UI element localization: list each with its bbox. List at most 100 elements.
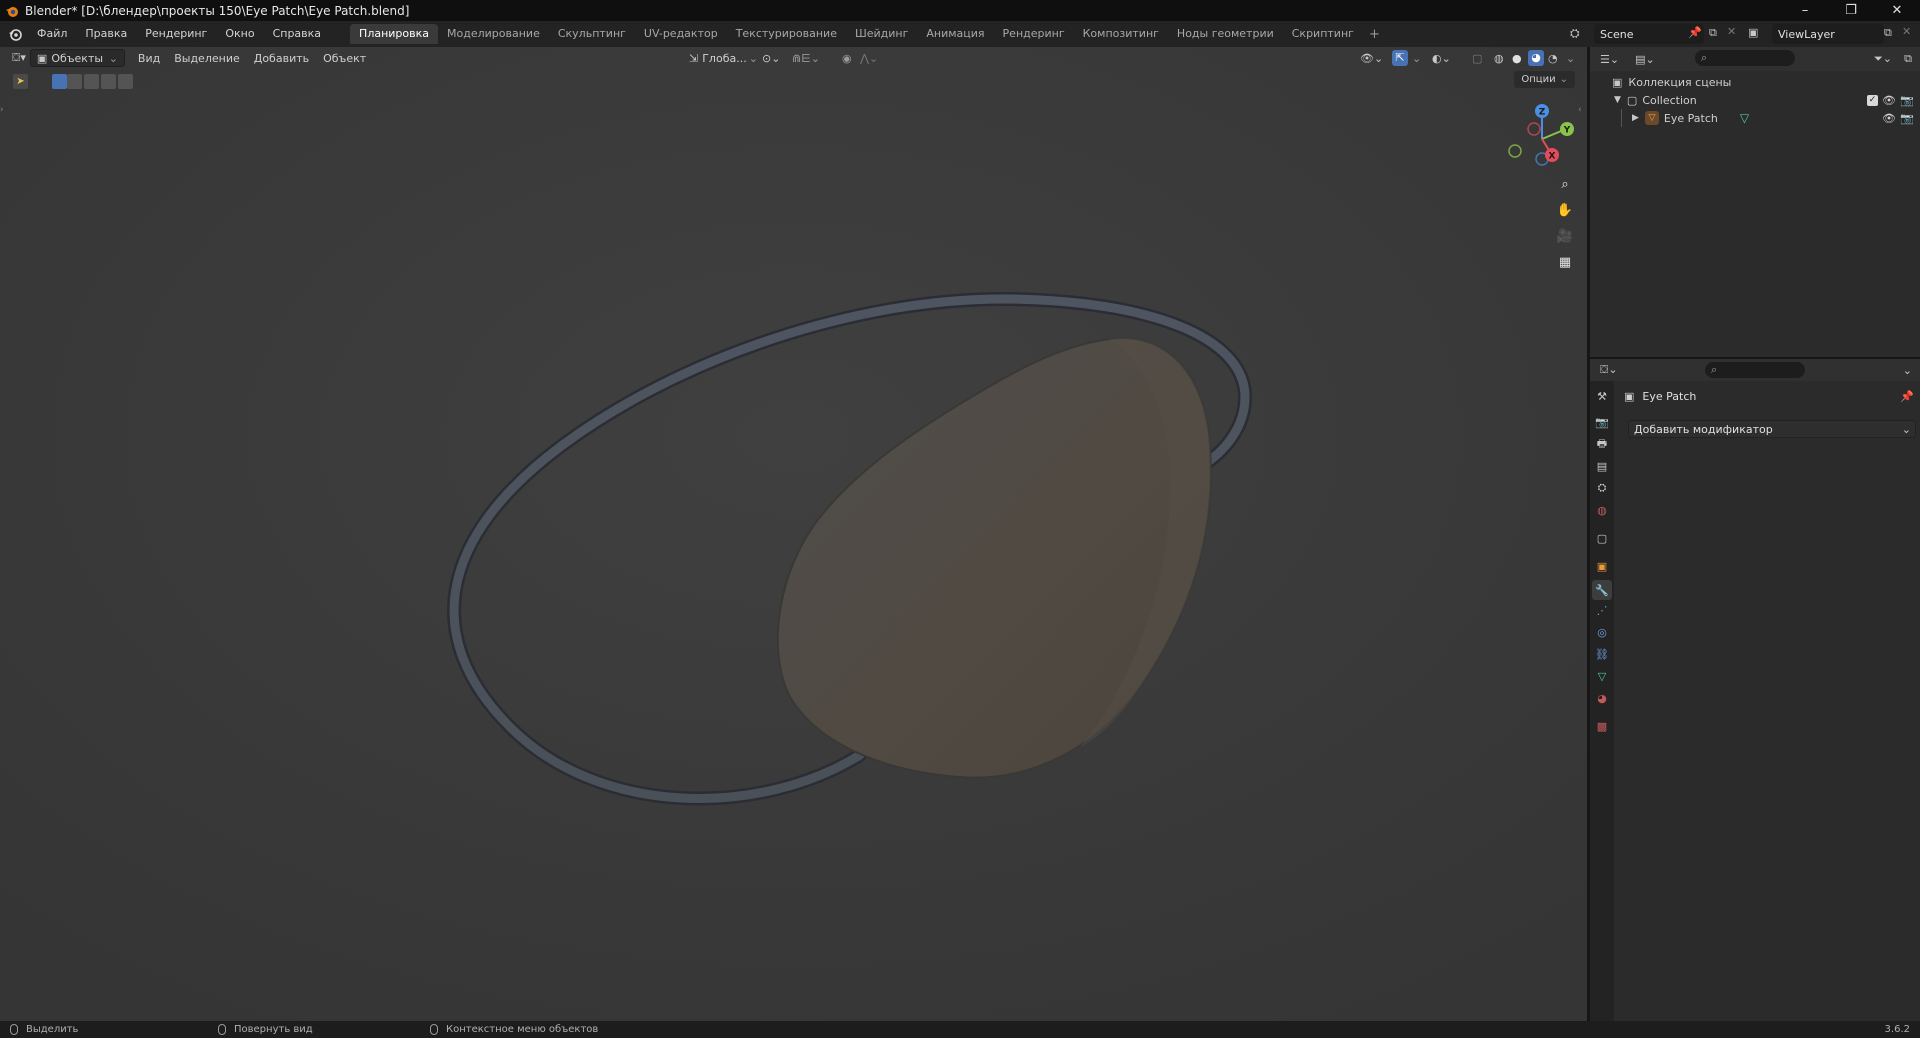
viewlayer-new-icon[interactable]: ⧉ (1884, 26, 1892, 40)
tab-uv-editing[interactable]: UV-редактор (635, 24, 727, 44)
scene-pin-icon[interactable]: 📌 (1688, 26, 1702, 39)
pin-icon[interactable]: 📌 (1900, 390, 1914, 403)
menu-object[interactable]: Объект (316, 52, 373, 65)
menu-file[interactable]: Файл (28, 21, 76, 47)
select-intersect-icon[interactable] (118, 73, 133, 89)
add-modifier-dropdown[interactable]: Добавить модификатор ⌄ (1628, 420, 1916, 438)
scene-remove-icon[interactable]: ✕ (1727, 25, 1736, 38)
select-new-icon[interactable] (52, 73, 67, 89)
select-tool-icon[interactable]: ➤ (13, 73, 28, 89)
tab-scripting[interactable]: Скриптинг (1283, 24, 1363, 44)
falloff-icon[interactable]: ⋀⌄ (860, 52, 878, 65)
display-mode-icon[interactable]: ▤⌄ (1635, 53, 1655, 66)
tool-tab-icon[interactable]: ⚒ (1595, 389, 1609, 403)
constraints-tab-icon[interactable]: ⛓ (1595, 647, 1609, 661)
add-workspace-button[interactable]: + (1363, 27, 1386, 42)
material-tab-icon[interactable]: ◕ (1595, 691, 1609, 705)
blender-menu-icon[interactable] (8, 27, 22, 41)
texture-tab-icon[interactable]: ▩ (1595, 719, 1609, 733)
minimize-button[interactable]: – (1782, 0, 1828, 21)
transform-orientation[interactable]: ⇲ Глоба... ⌄ (683, 49, 764, 67)
outliner-search-input[interactable]: ⌕ (1695, 50, 1795, 66)
viewlayer-icon[interactable]: ▣ (1748, 26, 1758, 39)
outliner-row-eye-patch[interactable]: ▶ ▽ Eye Patch ▽ 👁 📷 (1590, 109, 1920, 127)
render-tab-icon[interactable]: 📷 (1595, 415, 1609, 429)
scene-new-icon[interactable]: ⧉ (1709, 26, 1717, 40)
editor-type-icon[interactable]: ⛋▾ (12, 51, 26, 65)
particles-tab-icon[interactable]: ⋰ (1595, 603, 1609, 617)
output-tab-icon[interactable]: 🖶 (1595, 437, 1609, 451)
overlay-toggle-icon[interactable]: ◐⌄ (1432, 52, 1451, 65)
menu-select[interactable]: Выделение (167, 52, 247, 65)
tab-animation[interactable]: Анимация (917, 24, 993, 44)
perspective-grid-icon[interactable]: ▦ (1554, 251, 1576, 273)
tab-modeling[interactable]: Моделирование (438, 24, 549, 44)
select-subtract-icon[interactable] (84, 73, 99, 89)
visibility-eye-icon[interactable]: 👁 (1882, 94, 1896, 107)
shading-dropdown-icon[interactable]: ⌄ (1566, 52, 1575, 65)
material-shading-icon[interactable]: ◕ (1528, 50, 1544, 66)
collection-tab-icon[interactable]: ▢ (1595, 531, 1609, 545)
pivot-point-icon[interactable]: ⊙⌄ (762, 52, 780, 65)
outliner-editor-type-icon[interactable]: ☰⌄ (1600, 53, 1619, 66)
snap-icon[interactable]: ⋒⋿⌄ (792, 52, 820, 65)
xray-toggle-icon[interactable]: ▢ (1472, 52, 1482, 65)
gizmo-toggle-icon[interactable]: ⇱ (1392, 50, 1408, 66)
view-layer-tab-icon[interactable]: ▤ (1595, 459, 1609, 473)
expand-arrow-icon[interactable]: ▼ (1614, 95, 1621, 105)
scene-tab-icon[interactable]: ⛭ (1595, 481, 1609, 495)
tab-sculpting[interactable]: Скульптинг (549, 24, 635, 44)
properties-editor-type-icon[interactable]: ⛋⌄ (1600, 363, 1618, 377)
tab-layout[interactable]: Планировка (350, 24, 439, 44)
navigation-gizmo[interactable]: Z Y X (1500, 99, 1580, 179)
pan-hand-icon[interactable]: ✋ (1554, 199, 1576, 221)
menu-help[interactable]: Справка (264, 21, 330, 47)
visibility-eye-icon[interactable]: 👁 (1882, 112, 1896, 125)
view-layer-selector[interactable]: ViewLayer (1772, 24, 1884, 44)
viewlayer-remove-icon[interactable]: ✕ (1902, 25, 1911, 38)
filter-icon[interactable]: ⏷⌄ (1874, 52, 1892, 66)
options-chevron-icon[interactable]: ⌄ (1903, 364, 1912, 377)
rendered-shading-icon[interactable]: ◔ (1548, 52, 1558, 65)
close-button[interactable]: ✕ (1874, 0, 1920, 21)
restore-button[interactable]: ❐ (1828, 0, 1874, 21)
proportional-edit-icon[interactable]: ◉ (842, 52, 852, 65)
mesh-data-icon[interactable]: ▽ (1740, 111, 1749, 125)
tab-shading[interactable]: Шейдинг (846, 24, 917, 44)
mesh-data-tab-icon[interactable]: ▽ (1595, 669, 1609, 683)
expand-arrow-icon[interactable]: ▶ (1632, 113, 1639, 123)
solid-shading-icon[interactable]: ● (1512, 52, 1522, 65)
tab-rendering[interactable]: Рендеринг (994, 24, 1074, 44)
outliner-row-scene-collection[interactable]: ▣ Коллекция сцены (1590, 73, 1920, 91)
options-dropdown[interactable]: Опции ⌄ (1514, 71, 1575, 88)
menu-view[interactable]: Вид (131, 52, 167, 65)
world-tab-icon[interactable]: ◍ (1595, 503, 1609, 517)
menu-edit[interactable]: Правка (76, 21, 136, 47)
menu-render[interactable]: Рендеринг (136, 21, 216, 47)
physics-tab-icon[interactable]: ◎ (1595, 625, 1609, 639)
render-camera-icon[interactable]: 📷 (1900, 94, 1914, 107)
menu-add[interactable]: Добавить (247, 52, 316, 65)
properties-search-input[interactable]: ⌕ (1705, 362, 1805, 378)
select-extend-icon[interactable] (67, 73, 82, 89)
object-tab-icon[interactable]: ▣ (1595, 559, 1609, 573)
gizmo-dropdown-icon[interactable]: ⌄ (1412, 52, 1421, 65)
render-camera-icon[interactable]: 📷 (1900, 112, 1914, 125)
tab-geometry-nodes[interactable]: Ноды геометрии (1168, 24, 1283, 44)
wireframe-shading-icon[interactable]: ◍ (1494, 52, 1504, 65)
3d-viewport[interactable]: ⛋▾ ▣ Объекты ⌄ Вид Выделение Добавить Об… (0, 47, 1587, 1021)
camera-view-icon[interactable]: 🎥 (1554, 225, 1576, 247)
select-invert-icon[interactable] (101, 73, 116, 89)
modifier-tab-icon[interactable]: 🔧 (1592, 580, 1612, 600)
scene-icon[interactable]: ⛭ (1570, 26, 1580, 41)
outliner-row-collection[interactable]: ▼ ▢ Collection ✓ 👁 📷 (1590, 91, 1920, 109)
visibility-selectability-icon[interactable]: 👁⌄ (1360, 52, 1383, 65)
sidebar-expand-icon[interactable]: ‹ (1578, 105, 1582, 115)
menu-window[interactable]: Окно (216, 21, 263, 47)
mode-selector[interactable]: ▣ Объекты ⌄ (29, 49, 125, 67)
new-collection-icon[interactable]: ⧉ (1904, 52, 1912, 66)
toolbar-expand-icon[interactable]: › (0, 105, 4, 115)
zoom-icon[interactable]: ⌕ (1554, 173, 1576, 195)
exclude-checkbox-icon[interactable]: ✓ (1867, 94, 1878, 106)
tab-compositing[interactable]: Композитинг (1074, 24, 1168, 44)
